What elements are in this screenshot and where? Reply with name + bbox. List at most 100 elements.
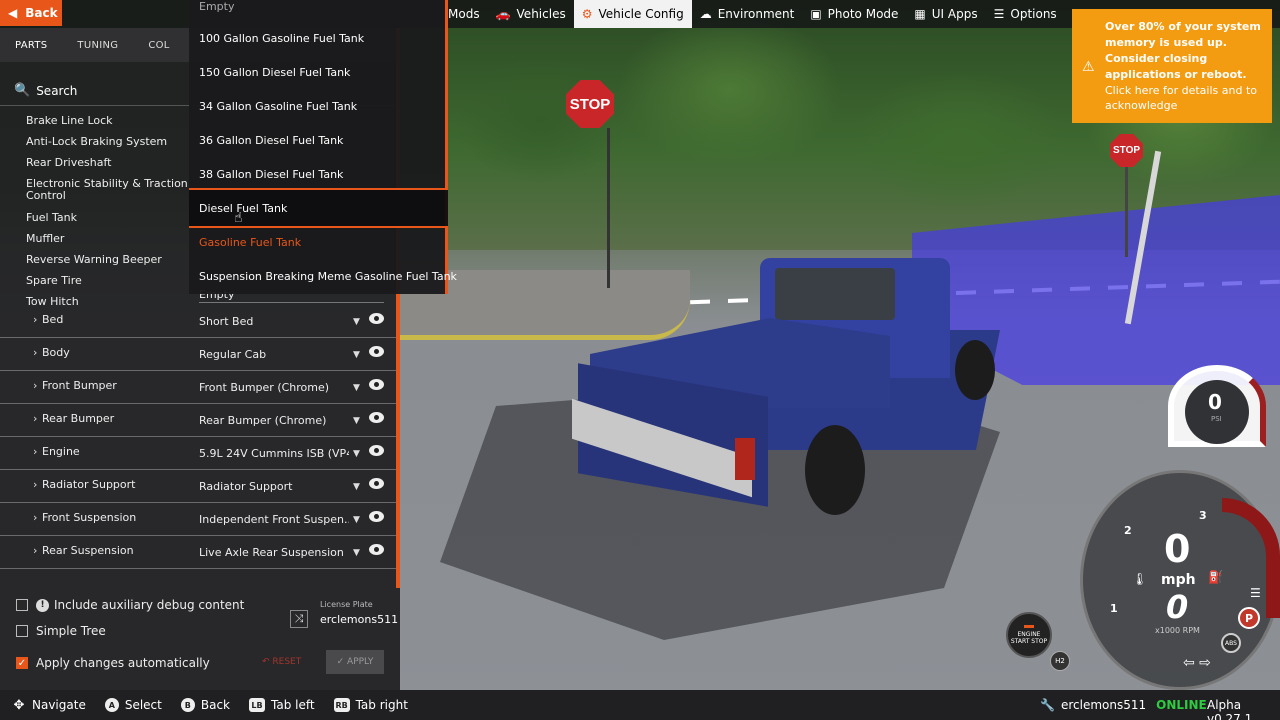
dropdown-option[interactable]: 36 Gallon Diesel Fuel Tank [199, 134, 343, 147]
row-value[interactable]: Independent Front Suspen... [199, 513, 349, 526]
part-row-engine[interactable]: › Engine 5.9L 24V Cummins ISB (VP44) ▼ [0, 437, 400, 470]
eye-icon[interactable] [369, 412, 384, 423]
dropdown-option[interactable]: 38 Gallon Diesel Fuel Tank [199, 168, 343, 181]
user-status[interactable]: 🔧 erclemons511 ONLINE [1040, 690, 1207, 720]
slot-spare-tire[interactable]: Spare Tire [26, 270, 196, 291]
truck-wheel [805, 425, 865, 515]
slot-reverse-beeper[interactable]: Reverse Warning Beeper [26, 249, 196, 270]
tab-label: Options [1010, 7, 1057, 21]
apply-button[interactable]: ✓ APPLY [326, 650, 384, 674]
row-value[interactable]: Front Bumper (Chrome) [199, 381, 349, 394]
truck-tail-light [735, 438, 755, 480]
caret-down-icon[interactable]: ▼ [353, 350, 360, 360]
slot-muffler[interactable]: Muffler [26, 228, 196, 249]
dropdown-option[interactable]: Suspension Breaking Meme Gasoline Fuel T… [199, 270, 457, 283]
subtab-tuning[interactable]: TUNING [62, 40, 133, 51]
lb-button-icon: LB [249, 698, 265, 712]
dropdown-option[interactable]: 34 Gallon Gasoline Fuel Tank [199, 100, 357, 113]
tab-options[interactable]: ☰ Options [986, 0, 1065, 28]
slot-brake-line-lock[interactable]: Brake Line Lock [26, 110, 196, 131]
part-row-rear-suspension[interactable]: › Rear Suspension Live Axle Rear Suspens… [0, 536, 400, 569]
caret-down-icon[interactable]: ▼ [353, 317, 360, 327]
hint-navigate: ✥ Navigate [12, 698, 86, 713]
simple-tree-checkbox[interactable]: Simple Tree [16, 624, 106, 638]
back-label: Back [25, 6, 58, 20]
tab-label: UI Apps [931, 7, 978, 21]
caret-down-icon[interactable]: ▼ [353, 416, 360, 426]
subtab-parts[interactable]: PARTS [0, 40, 62, 51]
row-value[interactable]: 5.9L 24V Cummins ISB (VP44) [199, 447, 349, 460]
tab-environment[interactable]: ☁ Environment [692, 0, 803, 28]
license-plate-field[interactable]: erclemons511 [320, 613, 398, 626]
eye-icon[interactable] [369, 511, 384, 522]
slot-abs[interactable]: Anti-Lock Braking System [26, 131, 196, 152]
chevron-right-icon: › [33, 511, 38, 524]
row-label: Rear Suspension [42, 544, 134, 557]
caret-down-icon[interactable]: ▼ [353, 383, 360, 393]
back-button[interactable]: ◀ Back [0, 0, 62, 26]
part-row-front-bumper[interactable]: › Front Bumper Front Bumper (Chrome) ▼ [0, 371, 400, 404]
warning-action[interactable]: Click here for details and to acknowledg… [1105, 83, 1262, 113]
arrow-left-icon: ◀ [8, 6, 18, 20]
row-value[interactable]: Rear Bumper (Chrome) [199, 414, 349, 427]
apply-automatically-checkbox[interactable]: ✓ Apply changes automatically [16, 656, 210, 670]
row-value[interactable]: Radiator Support [199, 480, 349, 493]
engine-start-stop-button[interactable]: ENGINE START STOP [1006, 612, 1052, 658]
eye-icon[interactable] [369, 544, 384, 555]
debug-content-checkbox[interactable]: ! Include auxiliary debug content [16, 598, 244, 612]
rpm-value: 0 [1166, 588, 1189, 626]
rb-button-icon: RB [333, 698, 350, 712]
part-row-front-suspension[interactable]: › Front Suspension Independent Front Sus… [0, 503, 400, 536]
search-placeholder: Search [36, 83, 78, 98]
eye-icon[interactable] [369, 445, 384, 456]
fuel-icon: ⛽ [1208, 570, 1223, 584]
memory-warning-toast[interactable]: ⚠ Over 80% of your system memory is used… [1072, 9, 1272, 123]
username: erclemons511 [1060, 698, 1147, 712]
truck-window [775, 268, 895, 320]
checkbox-box[interactable] [16, 625, 28, 637]
row-value[interactable]: Live Axle Rear Suspension [199, 546, 349, 559]
headlight-icon: ☰ [1250, 586, 1261, 600]
checkbox-label: Simple Tree [36, 624, 106, 638]
license-plate-label: License Plate [320, 600, 373, 609]
eye-icon[interactable] [369, 346, 384, 357]
row-label: Engine [42, 445, 80, 458]
part-row-bed[interactable]: › Bed Short Bed ▼ [0, 305, 400, 338]
row-value[interactable]: Regular Cab [199, 348, 349, 361]
slot-fuel-tank[interactable]: Fuel Tank [26, 207, 196, 228]
eye-icon[interactable] [369, 313, 384, 324]
dropdown-option[interactable]: 150 Gallon Diesel Fuel Tank [199, 66, 350, 79]
caret-down-icon[interactable]: ▼ [353, 548, 360, 558]
eye-icon[interactable] [369, 379, 384, 390]
version-label: Alpha v0.27.1 [1207, 698, 1253, 720]
caret-down-icon[interactable]: ▼ [353, 449, 360, 459]
part-row-rear-bumper[interactable]: › Rear Bumper Rear Bumper (Chrome) ▼ [0, 404, 400, 437]
reset-button[interactable]: ↶ RESET [262, 657, 301, 667]
truck-wheel [955, 340, 995, 400]
camera-icon: ▣ [810, 7, 822, 21]
slot-esc[interactable]: Electronic Stability & Traction Control [26, 173, 196, 207]
caret-down-icon[interactable]: ▼ [353, 515, 360, 525]
dropdown-option[interactable]: Empty [199, 0, 234, 13]
tab-photo-mode[interactable]: ▣ Photo Mode [802, 0, 906, 28]
checkbox-box[interactable]: ✓ [16, 657, 28, 669]
tach-mark: 2 [1124, 524, 1132, 537]
chevron-right-icon: › [33, 412, 38, 425]
tab-label: Photo Mode [827, 7, 899, 21]
shuffle-icon[interactable]: ⤨ [290, 610, 308, 628]
row-value[interactable]: Short Bed [199, 315, 349, 328]
row-label: Rear Bumper [42, 412, 115, 425]
tab-ui-apps[interactable]: ▦ UI Apps [906, 0, 985, 28]
dropdown-option-selected[interactable]: Gasoline Fuel Tank [199, 236, 301, 249]
caret-down-icon[interactable]: ▼ [353, 482, 360, 492]
eye-icon[interactable] [369, 478, 384, 489]
part-row-body[interactable]: › Body Regular Cab ▼ [0, 338, 400, 371]
part-row-radiator-support[interactable]: › Radiator Support Radiator Support ▼ [0, 470, 400, 503]
subtab-color[interactable]: COL [133, 40, 184, 51]
slot-rear-driveshaft[interactable]: Rear Driveshaft [26, 152, 196, 173]
checkbox-box[interactable] [16, 599, 28, 611]
tab-vehicle-config[interactable]: ⚙ Vehicle Config [573, 0, 692, 28]
tab-vehicles[interactable]: 🚗 Vehicles [488, 0, 574, 28]
dropdown-option[interactable]: 100 Gallon Gasoline Fuel Tank [199, 32, 364, 45]
chevron-right-icon: › [33, 544, 38, 557]
